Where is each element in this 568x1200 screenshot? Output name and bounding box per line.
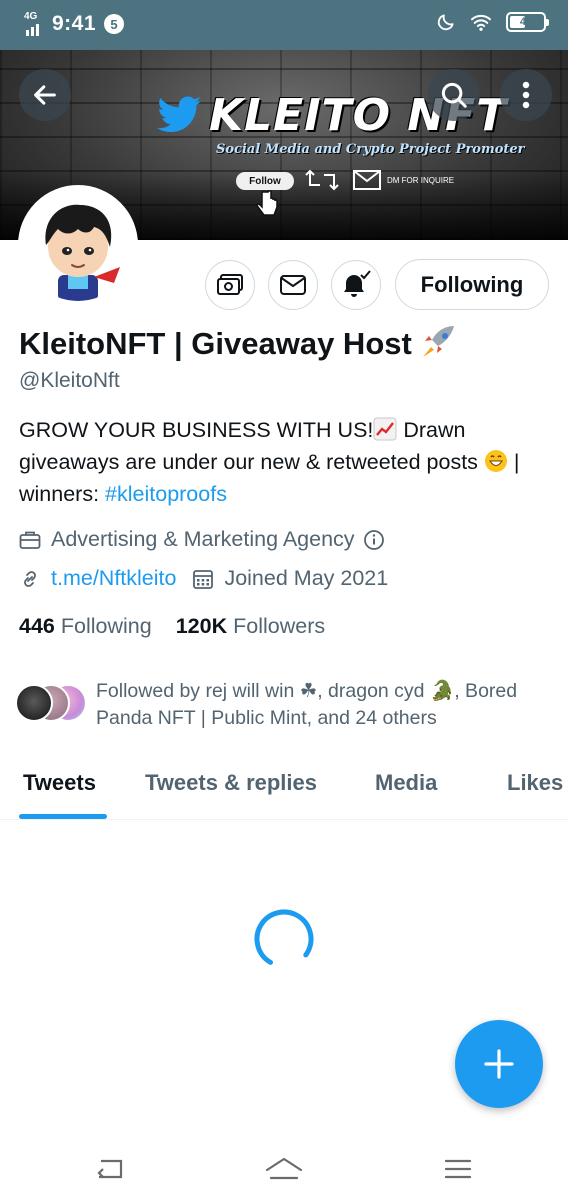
message-button[interactable] xyxy=(268,260,318,310)
nav-home-icon xyxy=(265,1157,303,1180)
active-tab-indicator xyxy=(19,814,107,819)
follow-stats: 446 Following 120K Followers xyxy=(19,614,325,639)
grinning-emoji-icon xyxy=(484,450,507,472)
compose-tweet-button[interactable] xyxy=(455,1020,543,1108)
more-vertical-icon xyxy=(522,81,530,109)
nav-back-button[interactable] xyxy=(89,1152,129,1186)
nav-menu-icon xyxy=(444,1159,472,1179)
retweet-graphic-icon xyxy=(305,169,339,191)
nav-home-button[interactable] xyxy=(264,1152,304,1186)
moon-icon xyxy=(437,14,454,31)
tab-tweets-replies[interactable]: Tweets & replies xyxy=(145,770,317,796)
display-name: KleitoNFT | Giveaway Host xyxy=(19,324,460,362)
status-bar: 4G 9:41 5 48 xyxy=(0,0,568,50)
notifications-button[interactable] xyxy=(331,260,381,310)
website-link[interactable]: t.me/Nftkleito xyxy=(51,566,176,591)
calendar-icon xyxy=(193,569,214,589)
handle: @KleitoNft xyxy=(19,369,120,392)
envelope-icon xyxy=(280,275,306,295)
tip-button[interactable] xyxy=(205,260,255,310)
followed-by-text[interactable]: Followed by rej will win ☘, dragon cyd 🐊… xyxy=(96,678,556,732)
clock: 9:41 xyxy=(52,12,97,35)
notification-count-badge: 5 xyxy=(104,14,125,34)
bird-logo-icon xyxy=(157,96,201,132)
bio: GROW YOUR BUSINESS WITH US! Drawn giveaw… xyxy=(19,417,520,506)
following-button[interactable]: Following xyxy=(395,259,549,310)
following-stat[interactable]: 446 Following xyxy=(19,614,152,639)
briefcase-icon xyxy=(19,531,41,549)
nav-recents-button[interactable] xyxy=(438,1152,478,1186)
tip-jar-icon xyxy=(217,274,243,295)
loading-spinner-icon xyxy=(254,909,314,969)
pointer-hand-icon xyxy=(256,190,278,216)
nav-back-icon xyxy=(97,1159,123,1179)
back-button[interactable] xyxy=(19,69,71,121)
rocket-emoji-icon xyxy=(423,326,455,357)
plus-icon xyxy=(484,1049,514,1079)
hashtag-link[interactable]: #kleitoproofs xyxy=(105,482,227,506)
avatar[interactable] xyxy=(18,185,138,305)
tab-media[interactable]: Media xyxy=(375,770,437,796)
bell-check-icon xyxy=(344,270,371,297)
info-icon[interactable] xyxy=(363,529,385,551)
network-signal-icon: 4G xyxy=(24,12,46,36)
search-icon xyxy=(441,82,467,108)
system-navigation-bar xyxy=(0,1140,568,1200)
search-button[interactable] xyxy=(428,69,480,121)
banner-follow-graphic: Follow xyxy=(236,172,294,190)
arrow-left-icon xyxy=(34,85,56,105)
banner-dm-graphic: DM FOR INQUIRE xyxy=(353,170,454,190)
more-options-button[interactable] xyxy=(500,69,552,121)
tab-likes[interactable]: Likes xyxy=(507,770,563,796)
profile-category: Advertising & Marketing Agency xyxy=(19,527,385,552)
followers-stat[interactable]: 120K Followers xyxy=(176,614,325,639)
followed-by-avatars[interactable] xyxy=(15,684,91,724)
banner-tagline: Social Media and Crypto Project Promoter xyxy=(216,142,525,157)
battery-icon: 48 xyxy=(506,12,549,32)
profile-link-row: t.me/Nftkleito Joined May 2021 xyxy=(19,566,388,591)
wifi-icon xyxy=(471,14,491,31)
link-icon xyxy=(24,570,36,587)
chart-increasing-emoji-icon xyxy=(373,417,397,441)
envelope-graphic-icon xyxy=(353,170,381,190)
tab-tweets[interactable]: Tweets xyxy=(23,770,96,796)
joined-date: Joined May 2021 xyxy=(224,566,389,590)
cartoon-avatar-image xyxy=(22,189,134,301)
follower-avatar xyxy=(15,684,53,722)
profile-tabs: Tweets Tweets & replies Media Likes xyxy=(0,752,568,820)
